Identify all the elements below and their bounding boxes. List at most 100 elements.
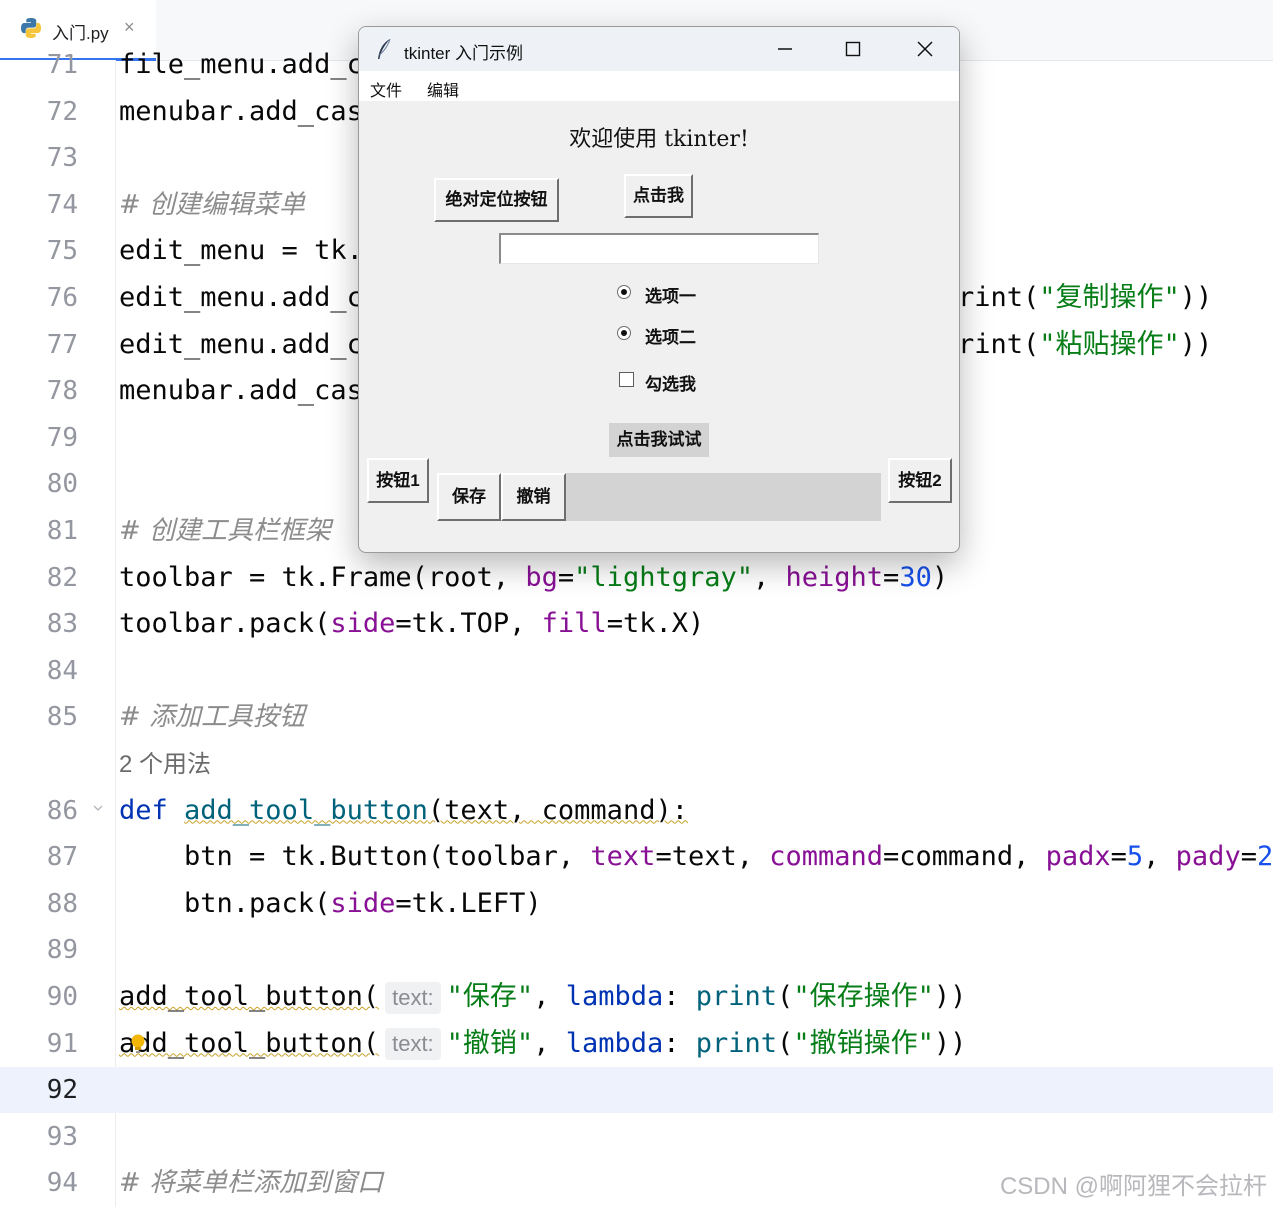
code-token: add_tool_button( xyxy=(119,981,380,1012)
code-text: edit_menu.add_c xyxy=(119,275,363,321)
tkinter-window: tkinter 入门示例 文件 编辑 欢迎使用 tkinter! 绝对定位按钮 … xyxy=(358,26,960,553)
menu-edit[interactable]: 编辑 xyxy=(427,77,459,101)
fold-chevron-icon[interactable] xyxy=(92,802,104,814)
save-button[interactable]: 保存 xyxy=(437,473,501,521)
close-tab-icon[interactable]: × xyxy=(124,17,135,38)
menu-file[interactable]: 文件 xyxy=(370,77,402,101)
code-token: def xyxy=(119,794,185,826)
line-number: 74 xyxy=(46,189,78,220)
button-2[interactable]: 按钮2 xyxy=(888,458,952,503)
code-token: height xyxy=(785,561,884,593)
welcome-label: 欢迎使用 tkinter! xyxy=(569,127,749,152)
code-line[interactable]: 86 def add_tool_button(text, command): xyxy=(0,788,1273,834)
radio-button-selected[interactable] xyxy=(617,326,631,340)
code-text: # 创建工具栏框架 xyxy=(119,508,331,554)
code-token: edit_menu.add_c xyxy=(119,282,363,313)
code-token: lambda xyxy=(565,981,664,1012)
code-line[interactable]: 83 toolbar.pack(side=tk.TOP, fill=tk.X) xyxy=(0,601,1273,647)
undo-button[interactable]: 撤销 xyxy=(501,473,566,521)
checkbox-box[interactable] xyxy=(619,372,634,387)
line-number: 71 xyxy=(46,50,78,80)
code-token: = xyxy=(1240,841,1257,873)
code-text: toolbar.pack(side=tk.TOP, fill=tk.X) xyxy=(119,601,704,647)
code-token: bg xyxy=(525,561,558,593)
code-token: toolbar.pack( xyxy=(119,608,331,640)
code-line[interactable]: 2 个用法 xyxy=(0,741,1273,787)
maximize-button[interactable] xyxy=(819,27,887,71)
line-number: 85 xyxy=(46,702,78,733)
code-text: # 添加工具按钮 xyxy=(119,694,305,740)
radio-button-selected[interactable] xyxy=(617,285,631,299)
window-title: tkinter 入门示例 xyxy=(404,44,524,63)
code-token: , xyxy=(1143,841,1176,873)
try-me-button[interactable]: 点击我试试 xyxy=(609,423,709,457)
code-line[interactable]: 91 add_tool_button(text: "撤销", lambda: pri… xyxy=(0,1021,1273,1067)
code-text: btn.pack(side=tk.LEFT) xyxy=(119,881,542,927)
code-token: "保存操作" xyxy=(793,981,934,1012)
code-token: "lightgray" xyxy=(574,561,753,593)
line-number: 93 xyxy=(46,1121,78,1152)
window-titlebar[interactable]: tkinter 入门示例 xyxy=(359,27,959,71)
code-token: print xyxy=(695,1027,778,1059)
code-token: edit_menu = tk. xyxy=(119,235,363,267)
code-line[interactable]: 87 btn = tk.Button(toolbar, text=text, c… xyxy=(0,834,1273,880)
code-token: toolbar = tk.Frame(root, xyxy=(119,561,526,593)
lightbulb-icon[interactable] xyxy=(130,1033,146,1055)
code-token: side xyxy=(330,887,396,919)
code-token: edit_menu.add_c xyxy=(119,328,363,360)
code-token: )) xyxy=(1179,282,1213,313)
code-token: rint( xyxy=(958,328,1040,360)
absolute-position-button[interactable]: 绝对定位按钮 xyxy=(434,178,559,222)
code-text: add_tool_button(text: "撤销", lambda: print… xyxy=(119,1021,966,1067)
code-line[interactable]: 90 add_tool_button(text: "保存", lambda: pri… xyxy=(0,974,1273,1020)
code-token: (text, command): xyxy=(427,794,688,826)
line-number: 73 xyxy=(46,143,78,174)
code-token: "复制操作" xyxy=(1039,282,1180,313)
code-token: )) xyxy=(933,981,967,1012)
code-text: edit_menu.add_c xyxy=(119,322,363,368)
code-text: file_menu.add_c xyxy=(119,42,363,88)
code-token: lambda xyxy=(565,1027,664,1059)
code-token: # 创建编辑菜单 xyxy=(119,189,306,220)
close-window-button[interactable] xyxy=(891,27,959,71)
code-token: padx xyxy=(1045,841,1111,873)
code-text: edit_menu = tk. xyxy=(119,228,363,274)
code-line[interactable]: 85 # 添加工具按钮 xyxy=(0,694,1273,740)
code-token: text xyxy=(590,841,656,873)
code-token: # 添加工具按钮 xyxy=(119,702,306,733)
code-token: , xyxy=(533,981,566,1012)
code-token: , xyxy=(533,1027,566,1059)
button-1[interactable]: 按钮1 xyxy=(367,458,429,503)
click-me-button[interactable]: 点击我 xyxy=(624,174,693,218)
code-token: =tk.LEFT) xyxy=(395,887,542,919)
line-number: 92 xyxy=(46,1075,78,1106)
code-line[interactable]: 88 btn.pack(side=tk.LEFT) xyxy=(0,881,1273,927)
code-token: print xyxy=(695,981,778,1012)
code-line[interactable]: 89 xyxy=(0,927,1273,973)
code-token: =tk.X) xyxy=(606,608,705,640)
code-token: 30 xyxy=(899,561,932,593)
code-token: )) xyxy=(933,1027,967,1059)
code-line[interactable]: 92 xyxy=(0,1067,1273,1114)
text-entry[interactable] xyxy=(499,233,819,264)
code-token: side xyxy=(330,608,396,640)
maximize-icon xyxy=(845,41,861,57)
line-number: 77 xyxy=(46,329,78,360)
code-token: # 创建工具栏框架 xyxy=(119,516,332,546)
radio-option-2-label: 选项二 xyxy=(645,328,696,347)
code-text-tail: rint("复制操作")) xyxy=(958,275,1212,321)
code-text: # 创建编辑菜单 xyxy=(119,182,305,228)
code-line[interactable]: 82 toolbar = tk.Frame(root, bg="lightgray… xyxy=(0,555,1273,601)
close-icon xyxy=(917,41,933,57)
code-token: 2 个用法 xyxy=(119,751,212,778)
code-text: def add_tool_button(text, command): xyxy=(119,788,688,834)
line-number: 94 xyxy=(46,1168,78,1199)
code-token: fill xyxy=(541,608,607,640)
menubar: 文件 编辑 xyxy=(359,71,959,101)
watermark: CSDN @啊阿狸不会拉杆 xyxy=(999,1173,1267,1200)
minimize-button[interactable] xyxy=(751,27,819,71)
line-number: 89 xyxy=(46,935,78,966)
code-line[interactable]: 93 xyxy=(0,1114,1273,1160)
code-line[interactable]: 84 xyxy=(0,648,1273,694)
feather-icon xyxy=(378,38,391,59)
